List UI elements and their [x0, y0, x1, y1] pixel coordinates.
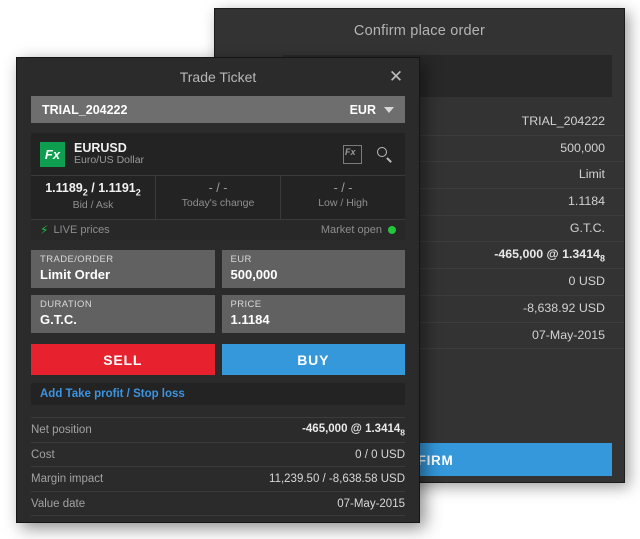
- field-label: EUR: [230, 254, 252, 266]
- account-name: TRIAL_204222: [42, 102, 128, 117]
- summary-label: Net position: [31, 424, 92, 437]
- fx-chart-icon[interactable]: Fx: [343, 144, 362, 164]
- market-status-label: Market open: [320, 224, 382, 237]
- summary-label: Margin impact: [31, 473, 104, 486]
- field-value: G.T.C.: [40, 312, 77, 328]
- take-profit-stop-loss-bar: Add Take profit / Stop loss: [31, 383, 405, 406]
- add-take-profit-stop-loss-link[interactable]: Add Take profit / Stop loss: [40, 388, 185, 400]
- confirm-row-value: -465,000 @ 1.3414: [494, 247, 600, 262]
- field-duration[interactable]: DURATION G.T.C.: [31, 295, 215, 334]
- summary-value-text: -465,000 @ 1.3414: [302, 422, 401, 435]
- field-amount[interactable]: EUR 500,000: [221, 250, 405, 289]
- live-prices-row: ⚡ LIVE prices Market open: [31, 219, 405, 241]
- field-value: 1.1184: [230, 312, 270, 328]
- summary-value: 11,239.50 / -8,638.58 USD: [269, 473, 405, 486]
- field-label: TRADE/ORDER: [40, 254, 114, 266]
- search-icon[interactable]: [376, 146, 393, 163]
- summary-value-subscript: 8: [400, 427, 405, 438]
- quote-cell-low-high: - / - Low / High: [281, 176, 405, 219]
- field-trade-order[interactable]: TRADE/ORDER Limit Order: [31, 250, 215, 289]
- sell-buy-note: (Sell / Buy): [351, 522, 405, 523]
- confirm-row-value-subscript: 8: [599, 253, 605, 264]
- field-value: Limit Order: [40, 267, 111, 283]
- confirm-row-value: Limit: [578, 167, 605, 182]
- summary-row-footer: Show less (Sell / Buy): [31, 515, 405, 523]
- summary-row-margin-impact: Margin impact 11,239.50 / -8,638.58 USD: [31, 466, 405, 491]
- summary-value: 07-May-2015: [337, 497, 405, 510]
- summary-label: Cost: [31, 448, 55, 461]
- instrument-text: EURUSD Euro/US Dollar: [74, 141, 343, 167]
- instrument-panel: Fx EURUSD Euro/US Dollar Fx 1.11892 / 1.…: [31, 133, 405, 241]
- field-price[interactable]: PRICE 1.1184: [221, 295, 405, 334]
- lightning-bolt-icon: ⚡: [40, 223, 49, 238]
- quote-cell-todays-change: - / - Today's change: [156, 176, 281, 220]
- confirm-row-value: 1.1184: [568, 194, 605, 209]
- instrument-row[interactable]: Fx EURUSD Euro/US Dollar Fx: [31, 133, 405, 175]
- instrument-description: Euro/US Dollar: [74, 154, 145, 167]
- todays-change-label: Today's change: [181, 196, 255, 209]
- quote-cell-bid-ask[interactable]: 1.11892 / 1.11912 Bid / Ask: [31, 176, 156, 220]
- trade-ticket-dialog: Trade Ticket ✕ TRIAL_204222 EUR Fx EURUS…: [16, 57, 420, 523]
- summary-label: Value date: [31, 497, 86, 510]
- live-prices-label: LIVE prices: [53, 224, 110, 237]
- account-selector[interactable]: TRIAL_204222 EUR: [31, 96, 405, 123]
- summary-row-cost: Cost 0 / 0 USD: [31, 441, 405, 467]
- summary-row-value-date: Value date 07-May-2015: [31, 490, 405, 516]
- low-high-value: - / -: [333, 181, 353, 195]
- confirm-row-value: -8,638.92 USD: [523, 300, 605, 315]
- trade-ticket-titlebar: Trade Ticket ✕: [17, 58, 419, 96]
- chevron-down-icon: [384, 106, 394, 113]
- confirm-row-value: 07-May-2015: [531, 327, 605, 342]
- order-fields: TRADE/ORDER Limit Order EUR 500,000 DURA…: [31, 250, 405, 334]
- bid-value-subscript: 2: [82, 187, 88, 198]
- bid-ask-label: Bid / Ask: [72, 198, 114, 211]
- confirm-dialog-title: Confirm place order: [353, 23, 486, 39]
- field-label: DURATION: [40, 299, 93, 311]
- ask-value-subscript: 2: [135, 187, 141, 198]
- summary-value: 0 / 0 USD: [355, 448, 405, 461]
- bid-ask-value: 1.11892 / 1.11912: [45, 181, 141, 198]
- bid-value: 1.1189: [45, 181, 83, 195]
- show-less-link[interactable]: Show less: [31, 522, 87, 523]
- summary-value: -465,000 @ 1.34148: [302, 423, 405, 437]
- order-summary: Net position -465,000 @ 1.34148 Cost 0 /…: [31, 417, 405, 523]
- screen: Confirm place order TRIAL_204222 500,000…: [0, 0, 640, 539]
- action-buttons: SELL BUY: [31, 344, 405, 376]
- confirm-row-value: TRIAL_204222: [521, 114, 605, 128]
- low-high-label: Low / High: [318, 196, 368, 209]
- fx-chart-icon-label: Fx: [345, 146, 356, 157]
- confirm-row-value: 0 USD: [568, 274, 606, 289]
- close-icon[interactable]: ✕: [382, 58, 410, 96]
- field-label: PRICE: [230, 299, 262, 311]
- sell-button[interactable]: SELL: [31, 344, 215, 376]
- quote-row: 1.11892 / 1.11912 Bid / Ask - / - Today'…: [31, 175, 405, 220]
- confirm-row-value: G.T.C.: [569, 220, 605, 235]
- field-value: 500,000: [230, 267, 278, 283]
- instrument-symbol: EURUSD: [74, 141, 127, 156]
- account-currency: EUR: [349, 102, 376, 117]
- fx-badge-icon: Fx: [40, 141, 65, 167]
- summary-row-net-position: Net position -465,000 @ 1.34148: [31, 417, 405, 442]
- buy-button[interactable]: BUY: [221, 344, 405, 376]
- trade-ticket-title: Trade Ticket: [179, 69, 257, 85]
- market-open-dot-icon: [388, 226, 396, 235]
- confirm-row-value: 500,000: [560, 140, 605, 155]
- ask-value: 1.1191: [98, 181, 136, 195]
- todays-change-value: - / -: [208, 181, 228, 195]
